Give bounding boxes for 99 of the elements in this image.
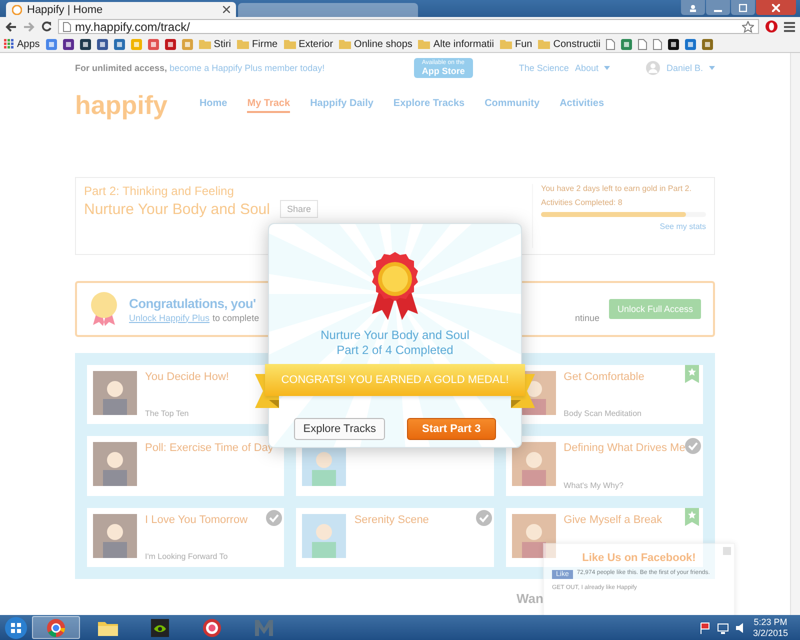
- about-menu[interactable]: About: [574, 63, 598, 73]
- dialog-title: Nurture Your Body and Soul: [320, 328, 470, 343]
- site-icon[interactable]: [96, 38, 108, 50]
- page-icon: [63, 22, 71, 32]
- bookmark[interactable]: Online shops: [339, 38, 412, 50]
- menu-icon[interactable]: [784, 22, 795, 32]
- congrats-text: ntinue: [574, 312, 600, 322]
- nav-tab[interactable]: Community: [484, 98, 540, 112]
- section-heading: Wan: [516, 591, 544, 606]
- card-title: Poll: Exercise Time of Day: [145, 442, 274, 454]
- card-title: I Love You Tomorrow: [145, 514, 248, 526]
- person-icon: [689, 4, 697, 12]
- nav-tab[interactable]: Explore Tracks: [393, 98, 465, 112]
- nav-tab[interactable]: Happify Daily: [310, 98, 374, 112]
- card-title: Serenity Scene: [354, 514, 429, 526]
- taskbar-app[interactable]: [32, 616, 80, 639]
- card-subtitle: The Top Ten: [145, 409, 189, 418]
- folder-icon: [284, 39, 296, 49]
- folder-icon: [98, 620, 118, 636]
- unlock-button[interactable]: Unlock Full Access: [609, 299, 701, 319]
- nav-tab[interactable]: Activities: [560, 98, 604, 112]
- activity-card[interactable]: Poll: Exercise Time of Day: [87, 436, 284, 496]
- activities-count: Activities Completed: 8: [541, 198, 622, 207]
- folder-icon: [500, 39, 512, 49]
- scrollbar[interactable]: [790, 53, 800, 615]
- folder-icon: [418, 39, 430, 49]
- share-button[interactable]: Share: [280, 200, 318, 218]
- card-subtitle: What's My Why?: [564, 480, 624, 490]
- reload-icon[interactable]: [41, 21, 52, 32]
- popup-title: Like Us on Facebook!: [582, 552, 696, 564]
- network-icon[interactable]: [716, 622, 729, 634]
- dialog-subtitle: Part 2 of 4 Completed: [336, 343, 454, 358]
- folder-icon: [339, 39, 352, 49]
- congrats-text: to complete: [212, 312, 260, 322]
- folder-icon: [538, 39, 550, 49]
- browser-icon: [47, 618, 65, 636]
- avatar-icon: [646, 61, 660, 75]
- start-part-button[interactable]: Start Part 3: [407, 418, 496, 440]
- apps-icon: [4, 39, 14, 49]
- nav-tab[interactable]: Home: [199, 98, 228, 112]
- card-title: Give Myself a Break: [564, 514, 662, 526]
- bookmark[interactable]: Exterior: [284, 38, 334, 50]
- activity-card[interactable]: Defining What Drives Me What's My Why?: [506, 436, 703, 496]
- site-icon[interactable]: [668, 38, 680, 50]
- maximize-button[interactable]: [731, 0, 755, 15]
- nav-tab[interactable]: My Track: [247, 98, 290, 112]
- card-title: You Decide How!: [145, 371, 229, 383]
- minimize-icon: [714, 10, 722, 12]
- card-title: Get Comfortable: [564, 371, 644, 383]
- days-left-text: You have 2 days left to earn gold in Part 2.: [541, 184, 692, 193]
- close-button[interactable]: [756, 0, 796, 15]
- explore-tracks-button[interactable]: Explore Tracks: [294, 418, 386, 440]
- activity-card[interactable]: I Love You Tomorrow I'm Looking Forward To: [87, 508, 284, 567]
- activity-card[interactable]: Serenity Scene: [296, 508, 494, 567]
- congrats-title: Congratulations, you': [129, 296, 257, 310]
- minimize-button[interactable]: [706, 0, 730, 15]
- card-title: Defining What Drives Me: [564, 442, 686, 454]
- page-icon[interactable]: [606, 38, 616, 50]
- track-title: Nurture Your Body and Soul: [84, 200, 270, 218]
- folder-icon: [237, 39, 250, 49]
- address-field[interactable]: my.happify.com/track/: [58, 19, 759, 34]
- bookmark[interactable]: Fun: [500, 38, 532, 50]
- letter-logo-icon: [254, 618, 274, 636]
- star-icon[interactable]: [742, 20, 754, 32]
- extension-icon[interactable]: [765, 20, 778, 33]
- bookmark[interactable]: Stiri: [198, 38, 232, 50]
- medal-icon: [89, 291, 119, 327]
- start-button[interactable]: [4, 616, 28, 640]
- page-icon[interactable]: [653, 38, 662, 50]
- browser-tab[interactable]: Happify | Home: [6, 2, 236, 17]
- plus-link[interactable]: become a Happify Plus member today!: [170, 63, 325, 73]
- congrats-banner: CONGRATS! YOU EARNED A GOLD MEDAL!: [265, 364, 525, 396]
- clock[interactable]: 5:23 PM 3/2/2015: [752, 616, 788, 638]
- back-icon[interactable]: [5, 22, 17, 32]
- maximize-icon: [739, 4, 747, 12]
- user-menu[interactable]: Daniel B.: [666, 63, 703, 73]
- eye-logo-icon: [151, 618, 169, 636]
- bookmark[interactable]: Apps: [4, 38, 40, 50]
- site-icon[interactable]: [62, 38, 74, 50]
- round-badge-icon: [203, 618, 221, 636]
- bookmark[interactable]: Firme: [237, 38, 278, 50]
- folder-icon: [198, 39, 211, 49]
- bookmark[interactable]: Constructii: [538, 38, 600, 50]
- site-logo-icon: [12, 4, 22, 14]
- science-link[interactable]: The Science: [518, 63, 569, 73]
- promo-text: For unlimited access, become a Happify Plus member today!: [75, 63, 325, 73]
- stats-link[interactable]: See my stats: [660, 222, 706, 231]
- flag-icon[interactable]: [698, 622, 711, 634]
- page-icon[interactable]: [638, 38, 648, 50]
- close-icon[interactable]: [223, 6, 230, 13]
- unlock-link[interactable]: Unlock Happify Plus: [129, 312, 210, 322]
- card-subtitle: I'm Looking Forward To: [145, 552, 228, 561]
- bookmark[interactable]: Alte informatii: [418, 38, 494, 50]
- close-icon: [772, 4, 780, 12]
- user-button[interactable]: [681, 0, 705, 15]
- site-icon[interactable]: [80, 38, 91, 50]
- logo[interactable]: happify: [75, 90, 168, 120]
- part-label: Part 2: Thinking and Feeling: [84, 184, 234, 198]
- card-subtitle: Body Scan Meditation: [564, 409, 642, 418]
